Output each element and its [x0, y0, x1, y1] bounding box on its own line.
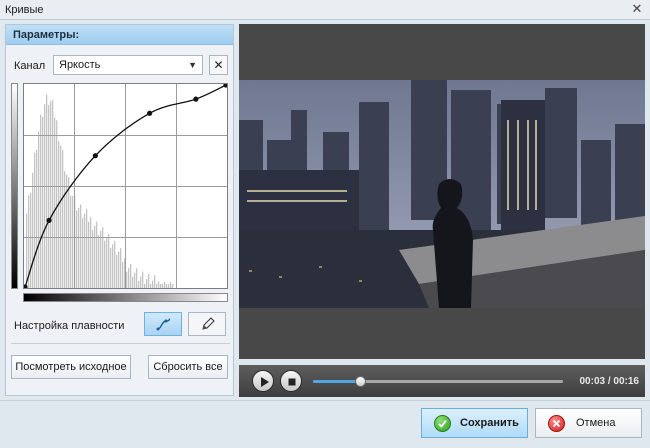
curve-point-3[interactable]	[147, 110, 153, 116]
seek-progress	[313, 380, 360, 383]
check-icon	[434, 415, 451, 432]
cancel-button-label: Отмена	[576, 417, 616, 429]
player-controls: 00:03 / 00:16	[239, 365, 645, 397]
curve-editor[interactable]	[23, 83, 228, 289]
channel-select-value: Яркость	[59, 59, 101, 71]
video-preview	[239, 24, 645, 359]
histogram	[26, 94, 174, 288]
pencil-draw-button[interactable]	[188, 312, 226, 336]
window-title: Кривые	[5, 4, 44, 16]
x-icon: ✕	[213, 58, 224, 72]
pencil-icon	[202, 317, 215, 330]
curve-point-5[interactable]	[223, 84, 227, 88]
clear-channel-button[interactable]: ✕	[209, 55, 228, 75]
close-icon[interactable]: ✕	[630, 2, 644, 16]
save-button-label: Сохранить	[460, 417, 519, 429]
input-gradient	[23, 293, 228, 302]
cancel-icon	[548, 415, 565, 432]
divider	[11, 343, 230, 344]
channel-label: Канал	[14, 60, 46, 72]
seek-bar[interactable]	[313, 376, 563, 387]
parameters-panel: Параметры: Канал Яркость ▼ ✕ Настройка п…	[5, 24, 234, 396]
time-display: 00:03 / 00:16	[579, 376, 640, 387]
stop-icon	[288, 378, 296, 386]
play-button[interactable]	[252, 370, 274, 392]
channel-select[interactable]: Яркость ▼	[53, 55, 203, 75]
footer-divider	[0, 400, 650, 401]
view-original-button[interactable]: Посмотреть исходное	[11, 355, 131, 379]
output-gradient	[11, 83, 18, 289]
curve-point-2[interactable]	[92, 153, 98, 159]
play-icon	[261, 377, 269, 387]
save-button[interactable]: Сохранить	[421, 408, 528, 438]
video-frame	[239, 80, 645, 308]
seek-thumb[interactable]	[354, 376, 366, 387]
reset-all-button[interactable]: Сбросить все	[148, 355, 228, 379]
panel-header: Параметры:	[6, 25, 233, 45]
cancel-button[interactable]: Отмена	[535, 408, 642, 438]
smooth-curve-button[interactable]	[144, 312, 182, 336]
curve-canvas[interactable]	[24, 84, 227, 288]
stop-button[interactable]	[280, 370, 302, 392]
city-scene-image	[239, 80, 645, 308]
curve-point-1[interactable]	[46, 217, 52, 223]
panel-header-label: Параметры:	[13, 29, 80, 41]
chevron-down-icon: ▼	[188, 60, 197, 70]
title-bar: Кривые ✕	[0, 0, 650, 20]
smoothness-label: Настройка плавности	[14, 320, 125, 332]
curve-point-4[interactable]	[193, 96, 199, 102]
curve-tool-icon	[156, 318, 171, 331]
